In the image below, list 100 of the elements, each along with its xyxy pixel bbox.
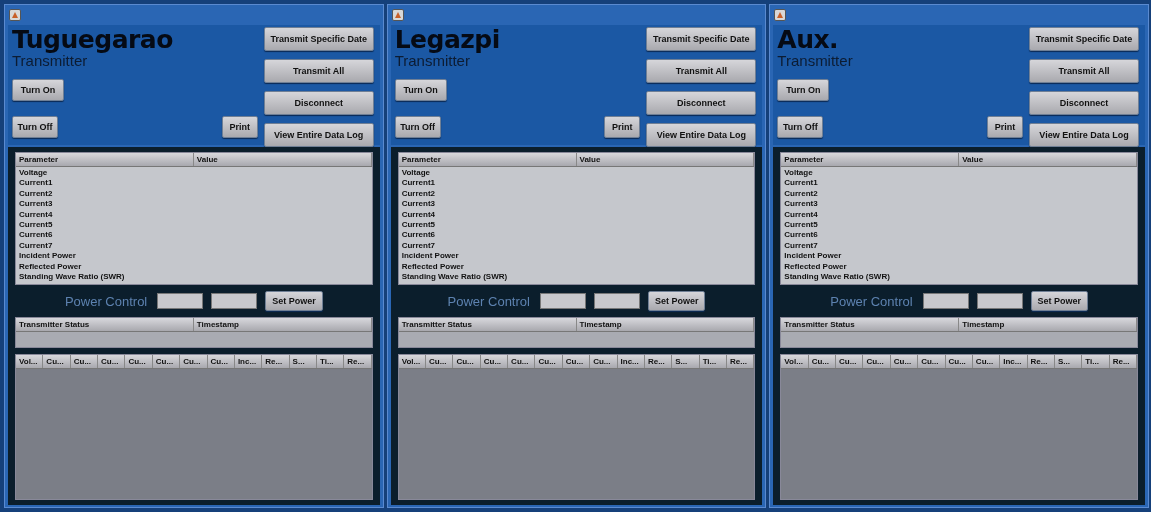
input-field[interactable] [539, 293, 586, 310]
action-button[interactable]: Disconnect [263, 91, 374, 115]
action-button[interactable]: Disconnect [1029, 91, 1139, 115]
column-header[interactable]: Cu... [972, 355, 1001, 369]
parameter-row[interactable]: Voltage [19, 168, 369, 179]
parameter-row[interactable]: Current4 [19, 209, 369, 221]
column-header[interactable]: Inc... [1000, 355, 1028, 369]
column-header[interactable]: Transmitter Status [781, 318, 960, 332]
column-header[interactable]: Transmitter Status [16, 318, 194, 332]
turn-on-button[interactable]: Turn On [394, 79, 447, 101]
column-header[interactable]: Vol... [398, 355, 427, 369]
turn-on-button[interactable]: Turn On [12, 79, 64, 101]
action-button[interactable]: Transmit Specific Date [646, 27, 757, 51]
parameter-row[interactable]: Current7 [19, 240, 369, 252]
action-button[interactable]: View Entire Data Log [263, 123, 374, 147]
column-header[interactable]: Value [193, 153, 372, 166]
column-header[interactable]: Inc... [234, 355, 263, 369]
column-header[interactable]: Cu... [945, 355, 973, 369]
column-header[interactable]: Cu... [98, 355, 126, 369]
column-header[interactable]: Timestamp [193, 318, 372, 332]
column-header[interactable]: Ti... [1082, 355, 1110, 369]
column-header[interactable]: Value [959, 153, 1137, 166]
parameter-row[interactable]: Current1 [19, 178, 369, 189]
parameter-row[interactable]: Current1 [784, 178, 1134, 189]
turn-on-button[interactable]: Turn On [777, 79, 830, 101]
parameter-row[interactable]: Current6 [19, 230, 369, 241]
column-header[interactable]: Parameter [398, 153, 577, 166]
parameter-row[interactable]: Reflected Power [401, 261, 752, 273]
parameter-row[interactable]: Incident Power [19, 251, 369, 262]
column-header[interactable]: Re... [262, 355, 290, 369]
parameter-row[interactable]: Current5 [784, 220, 1134, 231]
input-field[interactable] [593, 293, 640, 310]
column-header[interactable]: Cu... [453, 355, 481, 369]
action-button[interactable]: Disconnect [646, 91, 757, 115]
parameter-row[interactable]: Current7 [784, 240, 1134, 252]
action-button[interactable]: Transmit All [1029, 59, 1139, 83]
column-header[interactable]: Cu... [426, 355, 454, 369]
column-header[interactable]: Cu... [562, 355, 591, 369]
column-header[interactable]: S... [1054, 355, 1083, 369]
column-header[interactable]: Cu... [918, 355, 946, 369]
parameter-row[interactable]: Standing Wave Ratio (SWR) [784, 272, 1134, 283]
action-button[interactable]: Transmit All [263, 59, 374, 83]
print-button[interactable]: Print [987, 116, 1023, 138]
set-power-button[interactable]: Set Power [1030, 291, 1089, 312]
turn-off-button[interactable]: Turn Off [394, 116, 441, 138]
action-button[interactable]: View Entire Data Log [1029, 123, 1139, 147]
parameter-row[interactable]: Standing Wave Ratio (SWR) [401, 272, 752, 283]
column-header[interactable]: S... [289, 355, 317, 369]
set-power-button[interactable]: Set Power [265, 291, 323, 312]
parameter-row[interactable]: Reflected Power [19, 261, 369, 273]
column-header[interactable]: Re... [1109, 355, 1137, 369]
column-header[interactable]: Cu... [480, 355, 509, 369]
parameter-row[interactable]: Current7 [401, 240, 752, 252]
action-button[interactable]: Transmit Specific Date [263, 27, 374, 51]
column-header[interactable]: Re... [644, 355, 673, 369]
column-header[interactable]: Cu... [180, 355, 208, 369]
column-header[interactable]: Cu... [535, 355, 563, 369]
column-header[interactable]: Cu... [836, 355, 864, 369]
column-header[interactable]: Timestamp [959, 318, 1137, 332]
column-header[interactable]: Cu... [43, 355, 71, 369]
action-button[interactable]: Transmit Specific Date [1029, 27, 1139, 51]
column-header[interactable]: Cu... [863, 355, 891, 369]
parameter-row[interactable]: Current2 [19, 188, 369, 200]
parameter-row[interactable]: Incident Power [401, 251, 752, 262]
input-field[interactable] [922, 293, 969, 310]
column-header[interactable]: Transmitter Status [398, 318, 577, 332]
parameter-row[interactable]: Current2 [784, 188, 1134, 200]
column-header[interactable]: Parameter [781, 153, 960, 166]
parameter-row[interactable]: Current3 [784, 199, 1134, 210]
column-header[interactable]: Cu... [70, 355, 99, 369]
column-header[interactable]: Cu... [125, 355, 153, 369]
column-header[interactable]: Ti... [316, 355, 345, 369]
column-header[interactable]: Ti... [699, 355, 727, 369]
parameter-row[interactable]: Voltage [401, 168, 752, 179]
column-header[interactable]: Timestamp [576, 318, 755, 332]
action-button[interactable]: View Entire Data Log [646, 123, 757, 147]
parameter-row[interactable]: Current2 [401, 188, 752, 200]
input-field[interactable] [976, 293, 1023, 310]
parameter-row[interactable]: Current4 [784, 209, 1134, 221]
parameter-row[interactable]: Current3 [401, 199, 752, 210]
column-header[interactable]: Cu... [590, 355, 618, 369]
column-header[interactable]: Cu... [808, 355, 837, 369]
input-field[interactable] [211, 293, 258, 310]
parameter-row[interactable]: Current6 [401, 230, 752, 241]
input-field[interactable] [157, 293, 204, 310]
column-header[interactable]: Vol... [781, 355, 809, 369]
parameter-row[interactable]: Standing Wave Ratio (SWR) [19, 272, 369, 283]
column-header[interactable]: Cu... [207, 355, 235, 369]
column-header[interactable]: Vol... [16, 355, 44, 369]
column-header[interactable]: Parameter [16, 153, 194, 166]
parameter-row[interactable]: Reflected Power [784, 261, 1134, 273]
column-header[interactable]: Re... [344, 355, 372, 369]
parameter-row[interactable]: Current6 [784, 230, 1134, 241]
turn-off-button[interactable]: Turn Off [12, 116, 58, 138]
column-header[interactable]: Cu... [890, 355, 919, 369]
column-header[interactable]: Cu... [508, 355, 536, 369]
column-header[interactable]: S... [672, 355, 700, 369]
column-header[interactable]: Value [576, 153, 755, 166]
parameter-row[interactable]: Incident Power [784, 251, 1134, 262]
parameter-row[interactable]: Voltage [784, 168, 1134, 179]
